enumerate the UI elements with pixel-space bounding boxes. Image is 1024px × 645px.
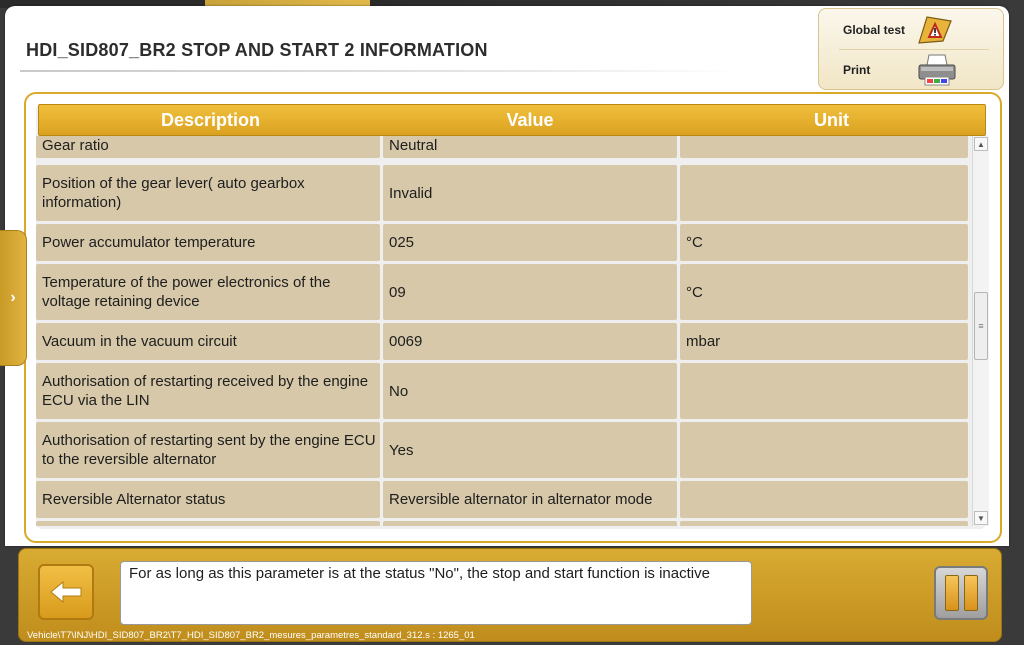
row-value-empty: [383, 521, 677, 526]
scroll-down-arrow-icon[interactable]: ▼: [974, 511, 988, 525]
table-header: Description Value Unit: [38, 104, 986, 136]
action-panel: Global test Print: [818, 8, 1004, 90]
table-row[interactable]: Authorisation of restarting received by …: [36, 363, 971, 419]
row-value: 09: [383, 264, 677, 320]
pause-icon-bar: [944, 575, 959, 611]
row-value: Neutral: [383, 136, 677, 158]
printer-icon: [918, 54, 956, 86]
row-unit-empty: [680, 521, 968, 526]
table-row[interactable]: Temperature of the power electronics of …: [36, 264, 971, 320]
row-unit: [680, 481, 968, 518]
title-divider: [20, 70, 740, 72]
row-value: 025: [383, 224, 677, 261]
table-row[interactable]: Position of the gear lever( auto gearbox…: [36, 165, 971, 221]
global-test-button[interactable]: Global test: [843, 15, 993, 45]
row-unit: [680, 165, 968, 221]
page-title: HDI_SID807_BR2 STOP AND START 2 INFORMAT…: [26, 40, 488, 60]
row-value: Invalid: [383, 165, 677, 221]
row-value: Reversible alternator in alternator mode: [383, 481, 677, 518]
table-row-partial: [36, 521, 971, 526]
table-row[interactable]: Authorisation of restarting sent by the …: [36, 422, 971, 478]
row-value: No: [383, 363, 677, 419]
table-row[interactable]: Reversible Alternator status Reversible …: [36, 481, 971, 518]
print-button[interactable]: Print: [843, 54, 993, 86]
back-button[interactable]: [38, 564, 94, 620]
pause-icon-bar: [963, 575, 978, 611]
parameter-info-box: For as long as this parameter is at the …: [120, 561, 752, 625]
scroll-up-arrow-icon[interactable]: ▲: [974, 137, 988, 151]
row-unit: [680, 363, 968, 419]
action-divider: [839, 49, 989, 50]
column-header-description: Description: [160, 109, 261, 130]
row-unit: °C: [680, 224, 968, 261]
row-description: Authorisation of restarting received by …: [36, 363, 380, 419]
row-unit: [680, 422, 968, 478]
row-description: Power accumulator temperature: [36, 224, 380, 261]
row-description-empty: [36, 521, 380, 526]
row-description: Reversible Alternator status: [36, 481, 380, 518]
warning-flag-icon: [918, 16, 952, 44]
chevron-right-icon: ›: [10, 289, 16, 306]
column-header-unit: Unit: [814, 109, 849, 130]
side-panel-toggle[interactable]: ›: [0, 230, 27, 366]
row-description: Position of the gear lever( auto gearbox…: [36, 165, 380, 221]
row-unit: mbar: [680, 323, 968, 360]
table-body: Gear ratio Neutral Position of the gear …: [36, 136, 971, 526]
table-row[interactable]: Vacuum in the vacuum circuit 0069 mbar: [36, 323, 971, 360]
scroll-thumb[interactable]: ≡: [974, 292, 988, 360]
row-unit: [680, 136, 968, 158]
table-scrollbar[interactable]: ▲ ≡ ▼: [972, 136, 989, 526]
table-row[interactable]: Power accumulator temperature 025 °C: [36, 224, 971, 261]
row-unit: °C: [680, 264, 968, 320]
column-header-value: Value: [506, 109, 554, 130]
row-description: Temperature of the power electronics of …: [36, 264, 380, 320]
global-test-label: Global test: [843, 23, 906, 37]
row-value: 0069: [383, 323, 677, 360]
row-value: Yes: [383, 422, 677, 478]
arrow-left-icon: [50, 580, 82, 604]
pause-button[interactable]: [934, 566, 988, 620]
row-description: Authorisation of restarting sent by the …: [36, 422, 380, 478]
script-path: Vehicle\T7\INJ\HDI_SID807_BR2\T7_HDI_SID…: [27, 630, 475, 641]
print-label: Print: [843, 63, 871, 77]
row-description: Gear ratio: [36, 136, 380, 158]
row-description: Vacuum in the vacuum circuit: [36, 323, 380, 360]
table-row[interactable]: Gear ratio Neutral: [36, 136, 971, 158]
